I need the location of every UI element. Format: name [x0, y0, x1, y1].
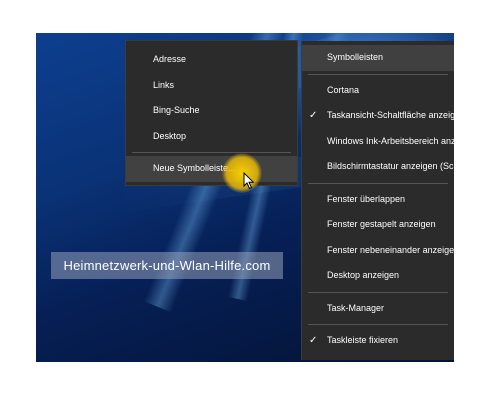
- menu-item-label: Symbolleisten: [327, 52, 384, 62]
- mouse-pointer-icon: [243, 172, 255, 190]
- menu-item-label: Fenster gestapelt anzeigen: [327, 219, 436, 229]
- menu-item-fenster-gestapelt[interactable]: Fenster gestapelt anzeigen: [302, 212, 454, 238]
- taskbar-context-menu: Symbolleisten Cortana ✓ Taskansicht-Scha…: [301, 41, 454, 360]
- menu-item-bildschirmtastatur[interactable]: Bildschirmtastatur anzeigen (Schaltfläch…: [302, 154, 454, 180]
- cursor-highlight: [222, 153, 262, 193]
- menu-separator: [308, 73, 448, 75]
- new-toolbar-menu-item[interactable]: Neue Symbolleiste...: [126, 156, 297, 182]
- menu-item-fenster-nebeneinander[interactable]: Fenster nebeneinander anzeigen: [302, 238, 454, 264]
- menu-item-label: Cortana: [327, 84, 360, 95]
- menu-item-symbolleisten[interactable]: Symbolleisten: [302, 45, 454, 71]
- menu-item-label: Desktop anzeigen: [327, 270, 400, 280]
- menu-item-desktop-anzeigen[interactable]: Desktop anzeigen: [302, 263, 454, 289]
- toolbars-submenu: Adresse Links Bing-Suche Desktop Neue Sy…: [125, 40, 298, 186]
- submenu-item-adresse[interactable]: Adresse: [126, 47, 297, 73]
- menu-item-windows-ink[interactable]: Windows Ink-Arbeitsbereich anzeigen: [302, 129, 454, 155]
- submenu-item-desktop[interactable]: Desktop: [126, 124, 297, 150]
- checkmark-icon: ✓: [309, 110, 318, 121]
- menu-item-label: Fenster nebeneinander anzeigen: [327, 244, 454, 255]
- menu-item-taskleiste-fixieren[interactable]: ✓ Taskleiste fixieren: [302, 328, 454, 354]
- menu-item-label: Windows Ink-Arbeitsbereich anzeigen: [327, 135, 454, 146]
- menu-item-cortana[interactable]: Cortana: [302, 78, 454, 104]
- menu-item-label: Fenster überlappen: [327, 193, 406, 204]
- menu-separator: [308, 324, 448, 325]
- menu-item-label: Task-Manager: [327, 302, 385, 313]
- submenu-item-bing-suche[interactable]: Bing-Suche: [126, 98, 297, 124]
- menu-item-label: Taskleiste fixieren: [327, 335, 399, 345]
- menu-item-label: Bildschirmtastatur anzeigen (Schaltfläch…: [327, 161, 454, 171]
- checkmark-icon: ✓: [309, 335, 318, 346]
- menu-separator: [308, 291, 448, 293]
- submenu-item-links[interactable]: Links: [126, 73, 297, 99]
- menu-item-task-manager[interactable]: Task-Manager: [302, 296, 454, 322]
- menu-separator: [132, 152, 291, 153]
- menu-separator: [308, 182, 448, 184]
- menu-item-taskansicht[interactable]: ✓ Taskansicht-Schaltfläche anzeigen: [302, 103, 454, 129]
- watermark: Heimnetzwerk-und-Wlan-Hilfe.com: [51, 252, 283, 279]
- menu-item-label: Taskansicht-Schaltfläche anzeigen: [327, 110, 454, 120]
- menu-item-fenster-ueberlappen[interactable]: Fenster überlappen: [302, 187, 454, 213]
